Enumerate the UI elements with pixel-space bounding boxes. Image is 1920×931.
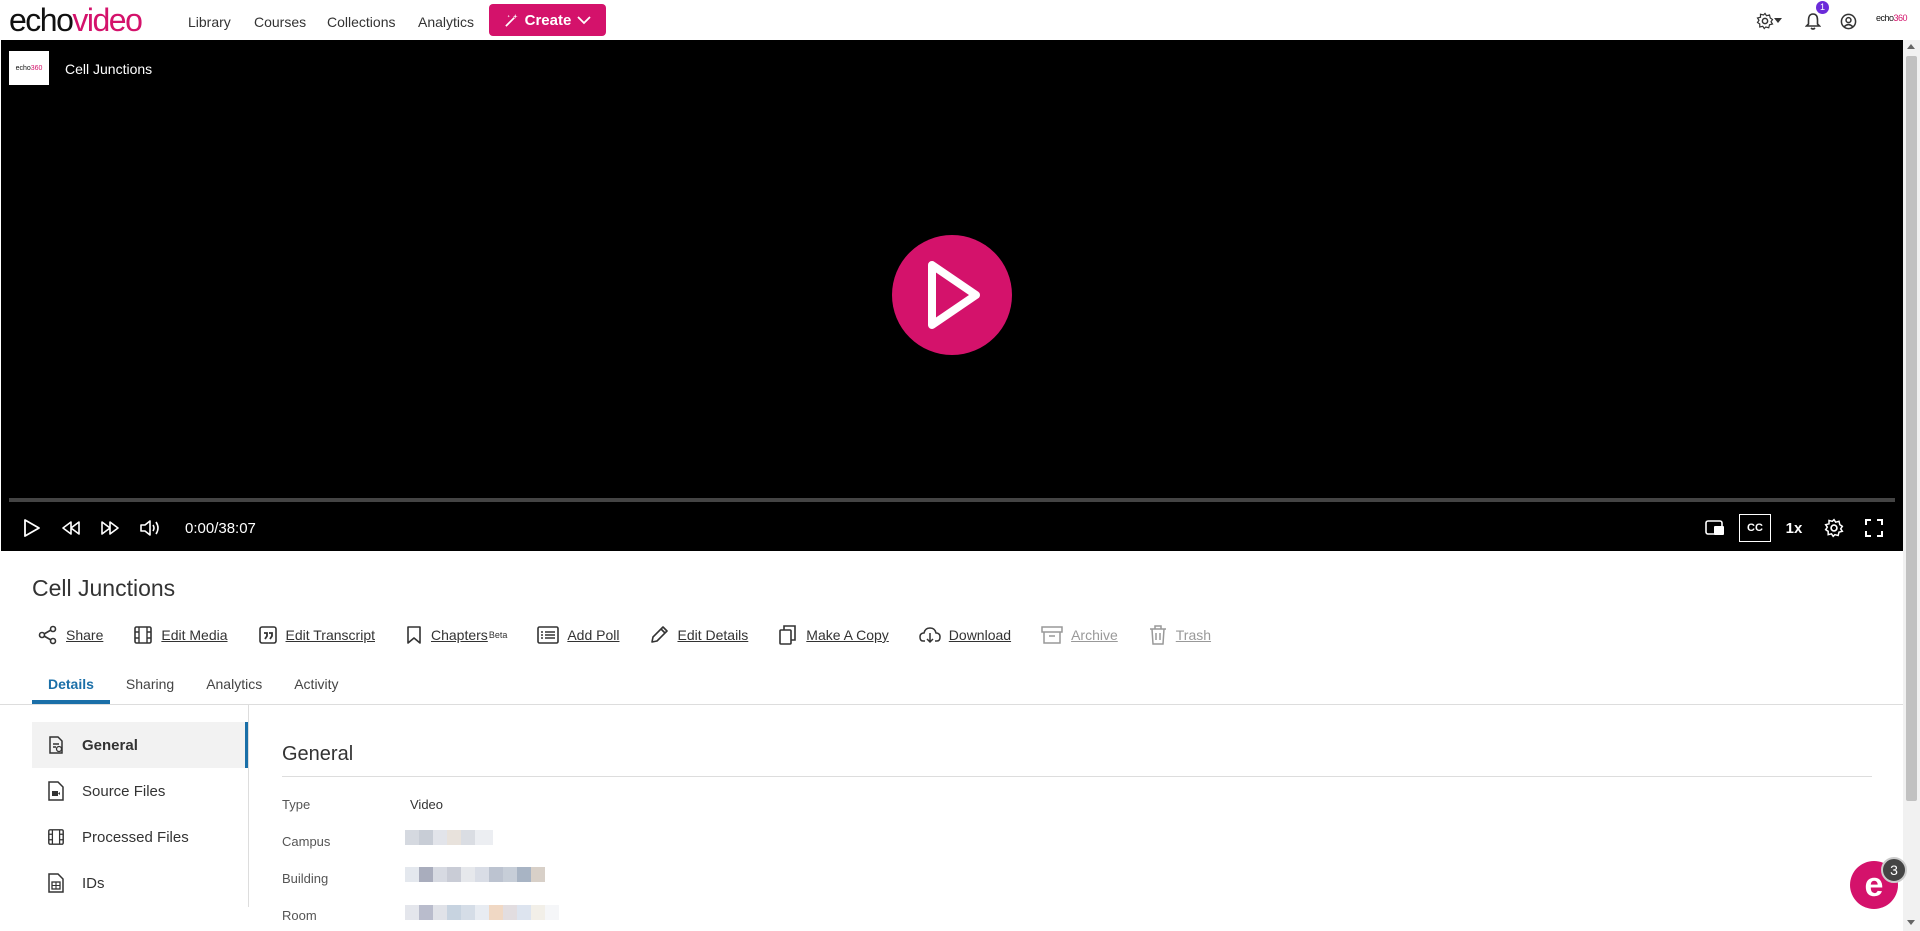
nav-collections[interactable]: Collections bbox=[327, 14, 395, 30]
media-title: Cell Junctions bbox=[32, 575, 176, 601]
scroll-down-icon[interactable] bbox=[1907, 920, 1915, 925]
edit-transcript-action[interactable]: Edit Transcript bbox=[258, 625, 375, 645]
bell-icon bbox=[1805, 12, 1821, 30]
fullscreen-icon bbox=[1865, 519, 1883, 537]
field-label-room: Room bbox=[282, 908, 317, 923]
field-label-type: Type bbox=[282, 797, 311, 812]
sidenav-item-processed-files[interactable]: Processed Files bbox=[32, 814, 249, 860]
details-sidenav: General Source Files Processed Files IDs bbox=[32, 722, 249, 906]
top-nav: echovideo Library Courses Collections An… bbox=[0, 0, 1920, 40]
create-label: Create bbox=[524, 11, 572, 29]
volume-icon bbox=[140, 520, 159, 536]
echovideo-logo[interactable]: echovideo bbox=[9, 2, 143, 38]
film-icon bbox=[134, 626, 153, 644]
fullscreen-button[interactable] bbox=[1861, 514, 1887, 542]
beta-badge: Beta bbox=[488, 630, 508, 640]
add-poll-action[interactable]: Add Poll bbox=[537, 625, 619, 645]
chat-unread-badge: 3 bbox=[1881, 857, 1907, 883]
field-label-building: Building bbox=[282, 871, 329, 886]
page-scrollbar[interactable] bbox=[1903, 40, 1920, 931]
player-title: Cell Junctions bbox=[65, 61, 153, 77]
edit-details-action[interactable]: Edit Details bbox=[649, 625, 748, 645]
tab-divider bbox=[0, 704, 1903, 705]
nav-analytics[interactable]: Analytics bbox=[418, 14, 474, 30]
time-display: 0:00/38:07 bbox=[185, 520, 256, 537]
archive-icon bbox=[1041, 626, 1063, 644]
quote-icon bbox=[258, 626, 277, 644]
bookmark-icon bbox=[407, 626, 421, 644]
user-circle-icon bbox=[1840, 13, 1856, 29]
redacted-campus-value bbox=[405, 830, 493, 845]
archive-action[interactable]: Archive bbox=[1041, 625, 1118, 645]
nav-courses[interactable]: Courses bbox=[254, 14, 306, 30]
document-icon bbox=[49, 736, 63, 754]
film-icon bbox=[48, 829, 64, 845]
tab-sharing[interactable]: Sharing bbox=[110, 672, 190, 704]
list-icon bbox=[537, 626, 560, 644]
file-video-icon bbox=[48, 781, 64, 801]
chevron-down-icon bbox=[577, 16, 591, 25]
picture-in-picture-icon bbox=[1705, 520, 1724, 535]
field-value-type: Video bbox=[410, 797, 444, 812]
edit-media-action[interactable]: Edit Media bbox=[133, 625, 228, 645]
play-icon bbox=[928, 261, 980, 329]
tab-analytics[interactable]: Analytics bbox=[190, 672, 278, 704]
player-logo-thumbnail: echo 360 bbox=[9, 51, 49, 85]
notification-count-badge: 1 bbox=[1816, 1, 1829, 14]
nav-library[interactable]: Library bbox=[188, 14, 231, 30]
volume-button[interactable] bbox=[137, 514, 163, 542]
trash-icon bbox=[1149, 625, 1166, 645]
fast-forward-icon bbox=[101, 521, 119, 535]
redacted-room-value bbox=[405, 905, 559, 920]
id-icon bbox=[48, 873, 64, 893]
video-player[interactable]: echo 360 Cell Junctions 0:00/38:07 CC 1x bbox=[1, 40, 1903, 551]
scroll-thumb[interactable] bbox=[1906, 56, 1917, 801]
user-account-button[interactable] bbox=[1837, 10, 1859, 32]
sidenav-item-ids[interactable]: IDs bbox=[32, 860, 249, 906]
download-icon bbox=[919, 627, 941, 644]
field-label-campus: Campus bbox=[282, 834, 331, 849]
player-settings-button[interactable] bbox=[1821, 514, 1847, 542]
rewind-icon bbox=[62, 521, 80, 535]
big-play-button[interactable] bbox=[892, 235, 1012, 355]
tab-activity[interactable]: Activity bbox=[278, 672, 354, 704]
share-action[interactable]: Share bbox=[38, 625, 103, 645]
picture-in-picture-button[interactable] bbox=[1703, 514, 1727, 542]
playback-speed-button[interactable]: 1x bbox=[1781, 514, 1807, 542]
make-a-copy-action[interactable]: Make A Copy bbox=[778, 624, 889, 646]
gear-icon bbox=[1756, 12, 1774, 30]
download-action[interactable]: Download bbox=[919, 625, 1011, 645]
sidenav-item-source-files[interactable]: Source Files bbox=[32, 768, 249, 814]
sidenav-item-general[interactable]: General bbox=[32, 722, 249, 768]
play-button[interactable] bbox=[19, 514, 45, 542]
gear-icon bbox=[1824, 518, 1844, 538]
media-actions-bar: Share Edit Media Edit Transcript Chapter… bbox=[38, 624, 1241, 646]
chapters-action[interactable]: Chapters Beta bbox=[405, 625, 507, 645]
closed-captions-button[interactable]: CC bbox=[1739, 514, 1771, 542]
trash-action[interactable]: Trash bbox=[1148, 624, 1211, 646]
sidenav-divider bbox=[248, 705, 249, 907]
institution-logo: echo360 bbox=[1876, 13, 1908, 23]
caret-down-icon bbox=[1774, 18, 1782, 23]
create-button[interactable]: Create bbox=[489, 4, 606, 36]
copy-icon bbox=[779, 625, 797, 645]
progress-bar[interactable] bbox=[9, 498, 1895, 502]
detail-tabs: Details Sharing Analytics Activity bbox=[32, 672, 355, 704]
redacted-building-value bbox=[405, 867, 545, 882]
tab-details[interactable]: Details bbox=[32, 672, 110, 704]
share-icon bbox=[38, 625, 57, 645]
scroll-up-icon[interactable] bbox=[1907, 44, 1915, 49]
fast-forward-button[interactable] bbox=[97, 514, 123, 542]
play-icon bbox=[24, 519, 40, 537]
settings-menu-button[interactable] bbox=[1753, 10, 1785, 32]
section-title: General bbox=[282, 743, 354, 765]
rewind-button[interactable] bbox=[58, 514, 84, 542]
section-divider bbox=[282, 776, 1872, 777]
pencil-icon bbox=[651, 626, 669, 643]
magic-wand-icon bbox=[504, 13, 518, 27]
